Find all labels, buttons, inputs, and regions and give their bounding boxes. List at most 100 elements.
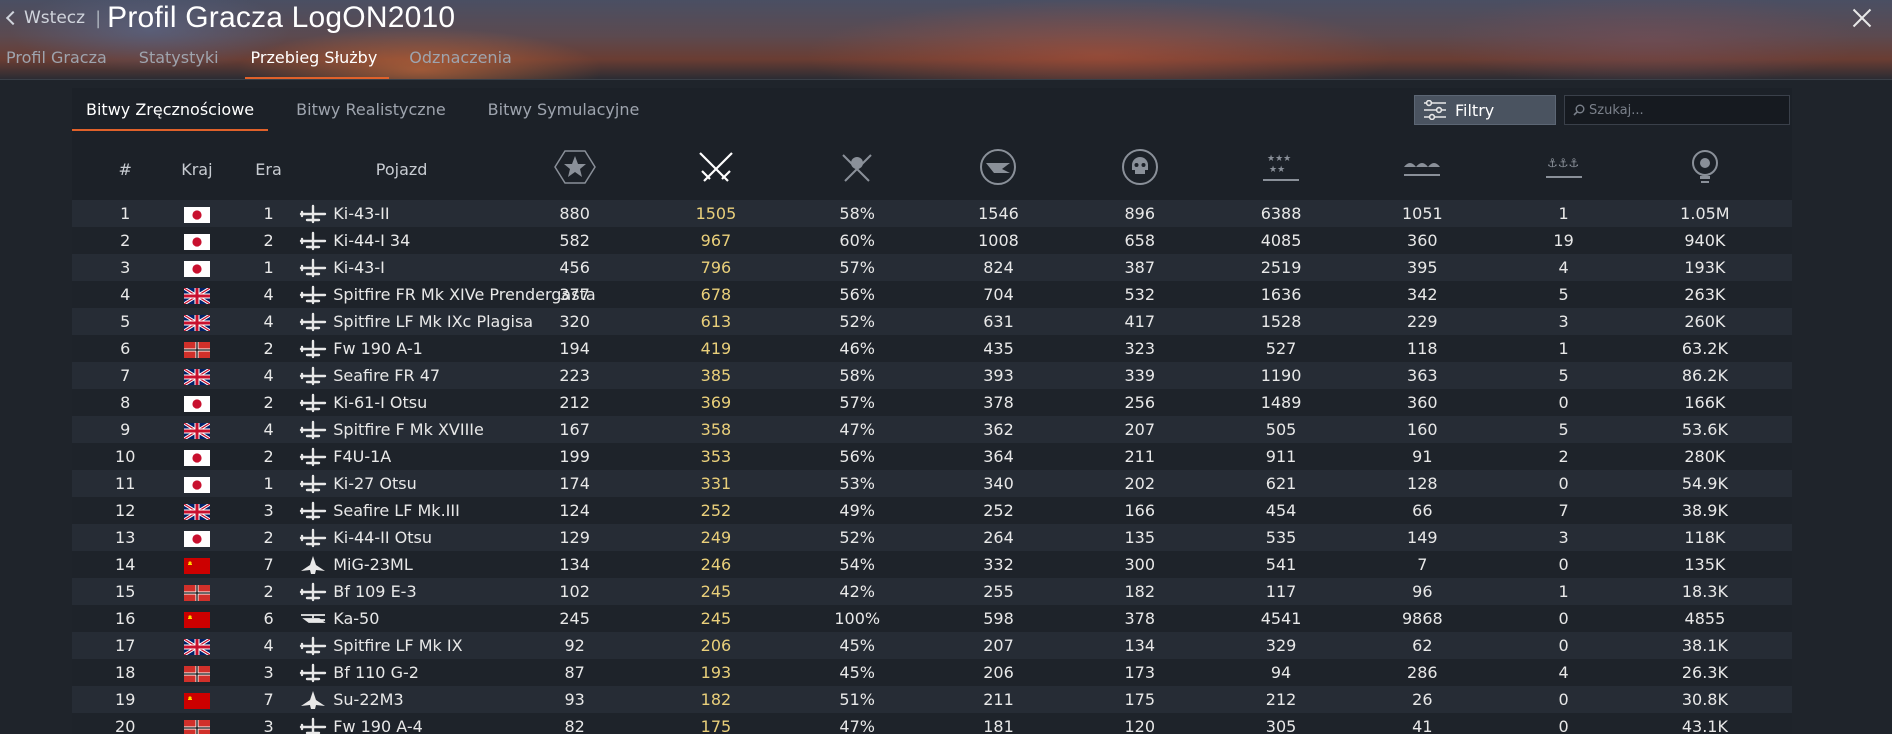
tab-arcade-battles[interactable]: Bitwy Zręcznościowe [72,96,269,131]
country-cell [156,227,238,254]
table-row[interactable]: 19 7 Su-22M3 93 182 51% 211 175 212 26 0 30.8K [72,686,1792,713]
deaths-cell: 256 [1124,393,1156,412]
vehicle-cell[interactable]: Fw 190 A-4 [299,713,504,734]
search-input[interactable] [1589,102,1779,118]
battles-cell: 245 [559,609,590,628]
vehicle-cell[interactable]: Spitfire F Mk XVIIIe [299,416,504,443]
header-respawns[interactable] [928,138,1069,200]
respawns-cell: 824 [983,258,1014,277]
table-row[interactable]: 8 2 Ki-61-I Otsu 212 369 57% 378 256 1489 360 0 166… [72,389,1792,416]
vehicle-name: Spitfire FR Mk XIVe Prendergasta [333,285,596,304]
vehicle-cell[interactable]: MiG-23ML [299,551,504,578]
victories-cell: 419 [700,339,732,358]
vehicle-cell[interactable]: Bf 109 E-3 [299,578,504,605]
battles-icon [553,150,596,184]
ground-kills-cell: 118 [1407,339,1438,358]
vehicle-cell[interactable]: Ki-44-II Otsu [299,524,504,551]
header-rank[interactable]: # [95,138,156,200]
plane-icon [300,717,327,734]
table-row[interactable]: 3 1 Ki-43-I 456 796 57% 824 387 2519 395 4 193K [72,254,1792,281]
vehicle-cell[interactable]: Ka-50 [299,605,504,632]
vehicle-name: MiG-23ML [333,555,413,574]
vehicle-cell[interactable]: Spitfire FR Mk XIVe Prendergasta [299,281,596,308]
tab-realistic-battles[interactable]: Bitwy Realistyczne [282,96,460,131]
vehicle-cell[interactable]: Spitfire LF Mk IX [299,632,504,659]
era-cell: 4 [263,420,274,439]
vehicle-cell[interactable]: Ki-43-II [299,200,504,227]
era-cell: 7 [263,690,274,709]
table-body: 1 1 Ki-43-II 880 1505 58% 1546 896 6388 1051 1 1.05… [72,200,1792,734]
respawns-cell: 264 [983,528,1014,547]
ground-kills-cell: 360 [1407,393,1438,412]
header-country[interactable]: Kraj [156,138,238,200]
air-kills-cell: 212 [1265,690,1297,709]
table-header-row: # Kraj Era Pojazd ★★★ ★★ ⚓⚓⚓ [72,138,1792,200]
table-row[interactable]: 14 7 MiG-23ML 134 246 54% 332 300 541 7 0 135K [72,551,1792,578]
header-deaths[interactable] [1069,138,1210,200]
tab-profile[interactable]: Profil Gracza [0,44,119,77]
vehicle-cell[interactable]: Seafire LF Mk.III [299,497,504,524]
japan-flag-icon [183,395,210,412]
header-naval-kills[interactable]: ⚓⚓⚓ [1493,138,1634,200]
service-record-panel: Bitwy Zręcznościowe Bitwy Realistyczne B… [72,88,1792,734]
header-vehicle[interactable]: Pojazd [299,138,504,200]
vehicle-cell[interactable]: Ki-43-I [299,254,504,281]
vehicle-cell[interactable]: Fw 190 A-1 [299,335,504,362]
vehicle-cell[interactable]: Su-22M3 [299,686,504,713]
table-row[interactable]: 7 4 Seafire FR 47 223 385 58% 393 339 1190 363 5 86… [72,362,1792,389]
header-ground-kills[interactable] [1352,138,1493,200]
ground-kills-cell: 229 [1407,312,1438,331]
close-icon[interactable] [1850,6,1874,30]
respawns-cell: 362 [983,420,1014,439]
rank-cell: 11 [115,474,136,493]
win-rate-cell: 58% [839,366,875,385]
vehicle-cell[interactable]: Bf 110 G-2 [299,659,504,686]
tab-service-record[interactable]: Przebieg Służby [244,44,390,79]
vehicle-cell[interactable]: Seafire FR 47 [299,362,504,389]
germany-flag-icon [183,719,210,734]
win-rate-cell: 49% [839,501,875,520]
header-battles[interactable] [504,138,645,200]
vehicle-cell[interactable]: F4U-1A [299,443,504,470]
table-row[interactable]: 9 4 Spitfire F Mk XVIIIe 167 358 47% 362 207 505… [72,416,1792,443]
table-row[interactable]: 11 1 Ki-27 Otsu 174 331 53% 340 202 621 128 0 54.9K [72,470,1792,497]
tab-statistics[interactable]: Statystyki [133,44,231,77]
header-era[interactable]: Era [238,138,299,200]
row-end-spacer [1776,605,1792,632]
table-row[interactable]: 12 3 Seafire LF Mk.III 124 252 49% 252 166 454 66… [72,497,1792,524]
table-row[interactable]: 20 3 Fw 190 A-4 82 175 47% 181 120 305 41 0 43.1K [72,713,1792,734]
header-air-kills[interactable]: ★★★ ★★ [1210,138,1351,200]
header-victories[interactable] [645,138,786,200]
rank-cell: 18 [115,663,136,682]
table-row[interactable]: 4 4 Spitfire FR Mk XIVe Prendergasta 377 678… [72,281,1792,308]
vehicle-cell[interactable]: Ki-27 Otsu [299,470,504,497]
header-experience[interactable] [1634,138,1775,200]
air-kills-cell: 505 [1265,420,1297,439]
victories-cell: 245 [700,609,732,628]
table-row[interactable]: 1 1 Ki-43-II 880 1505 58% 1546 896 6388 1051 1 1.05… [72,200,1792,227]
respawns-cell: 206 [983,663,1014,682]
table-row[interactable]: 16 6 Ka-50 245 245 100% 598 378 4541 9868 0 4855 [72,605,1792,632]
win-rate-cell: 54% [839,555,875,574]
table-row[interactable]: 5 4 Spitfire LF Mk IXc Plagisa 320 613 52% 631… [72,308,1792,335]
victories-cell: 193 [700,663,732,682]
table-row[interactable]: 6 2 Fw 190 A-1 194 419 46% 435 323 527 118 1 63.2K [72,335,1792,362]
tab-simulator-battles[interactable]: Bitwy Symulacyjne [474,96,654,131]
table-row[interactable]: 18 3 Bf 110 G-2 87 193 45% 206 173 94 286 4 26.3K [72,659,1792,686]
header-win-rate[interactable] [787,138,928,200]
table-row[interactable]: 13 2 Ki-44-II Otsu 129 249 52% 264 135 535 149 3 11… [72,524,1792,551]
table-row[interactable]: 17 4 Spitfire LF Mk IX 92 206 45% 207 134 329 62 0… [72,632,1792,659]
uk-flag-icon [183,638,210,655]
table-row[interactable]: 10 2 F4U-1A 199 353 56% 364 211 911 91 2 280K [72,443,1792,470]
table-row[interactable]: 15 2 Bf 109 E-3 102 245 42% 255 182 117 96 1 18.3K [72,578,1792,605]
filters-button[interactable]: Filtry [1414,95,1556,125]
vehicle-cell[interactable]: Ki-44-I 34 [299,227,504,254]
vehicle-cell[interactable]: Ki-61-I Otsu [299,389,504,416]
vehicle-cell[interactable]: Spitfire LF Mk IXc Plagisa [299,308,533,335]
back-button[interactable]: Wstecz [5,8,85,28]
win-rate-cell: 46% [839,339,875,358]
tab-decorations[interactable]: Odznaczenia [403,44,524,77]
table-row[interactable]: 2 2 Ki-44-I 34 582 967 60% 1008 658 4085 360 19 940… [72,227,1792,254]
win-rate-cell: 47% [839,717,875,734]
plane-icon [300,258,327,277]
